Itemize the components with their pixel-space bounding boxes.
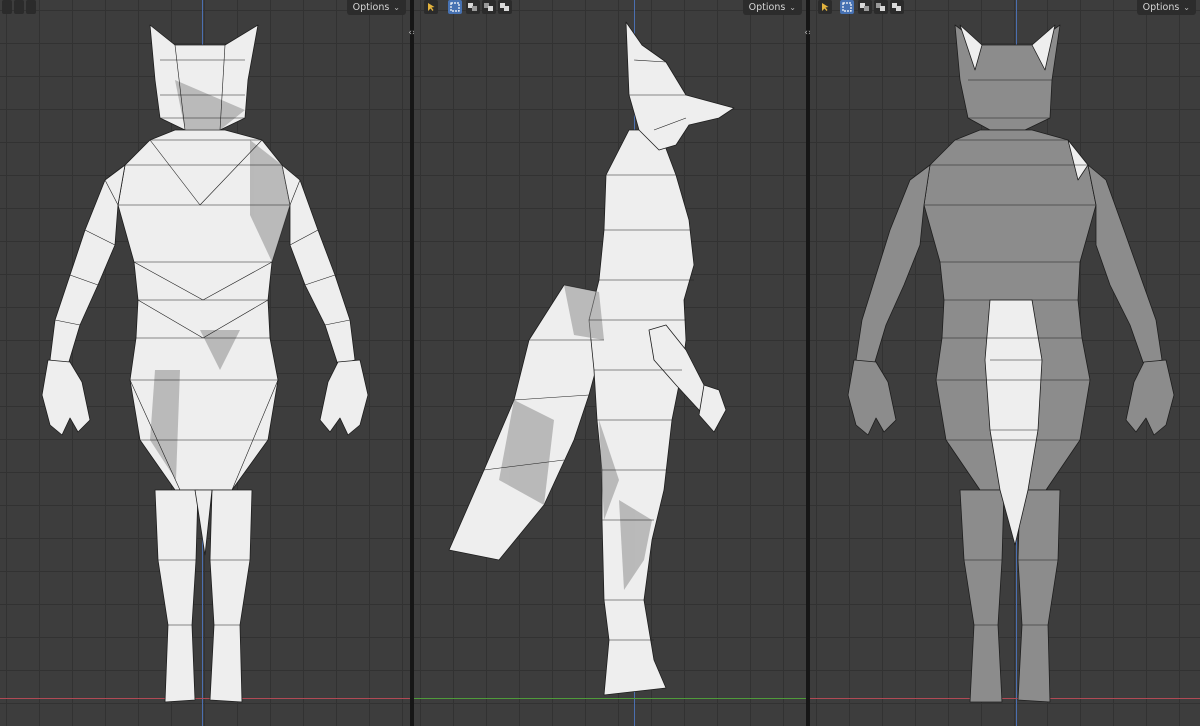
select-cursor-icon[interactable] bbox=[424, 0, 438, 14]
left-hand bbox=[847, 359, 897, 436]
right-leg bbox=[1017, 489, 1061, 703]
left-leg bbox=[154, 489, 199, 703]
viewport-side[interactable]: Options ⌄ bbox=[414, 0, 806, 726]
options-label: Options bbox=[1142, 2, 1180, 13]
select-cursor-icon[interactable] bbox=[818, 0, 832, 14]
options-label: Options bbox=[748, 2, 786, 13]
mode-subtract-icon[interactable] bbox=[874, 0, 888, 14]
mode-extend-icon[interactable] bbox=[2, 0, 12, 14]
left-hand bbox=[41, 359, 91, 436]
hand bbox=[698, 384, 727, 433]
viewport-back[interactable]: Options ⌄ bbox=[810, 0, 1200, 726]
mode-extend-icon[interactable] bbox=[466, 0, 480, 14]
mode-invert-icon[interactable] bbox=[498, 0, 512, 14]
select-box-icon[interactable] bbox=[448, 0, 462, 14]
options-dropdown[interactable]: Options ⌄ bbox=[346, 0, 406, 15]
select-box-icon[interactable] bbox=[840, 0, 854, 14]
left-arm bbox=[49, 164, 126, 366]
options-dropdown[interactable]: Options ⌄ bbox=[742, 0, 802, 15]
blender-window: Options ⌄ ‹› Options ⌄ ‹› Options ⌄ bbox=[0, 0, 1200, 726]
fox-model-side[interactable] bbox=[414, 0, 806, 726]
right-hand bbox=[1125, 359, 1175, 436]
right-arm bbox=[281, 164, 356, 366]
mode-subtract-icon[interactable] bbox=[14, 0, 24, 14]
fox-model-back[interactable] bbox=[810, 0, 1200, 726]
chevron-down-icon: ⌄ bbox=[789, 3, 796, 12]
head bbox=[625, 21, 735, 151]
chevron-down-icon: ⌄ bbox=[393, 3, 400, 12]
mode-subtract-icon[interactable] bbox=[482, 0, 496, 14]
fox-model-front[interactable] bbox=[0, 0, 410, 726]
options-label: Options bbox=[352, 2, 390, 13]
left-arm bbox=[855, 164, 931, 366]
right-arm bbox=[1087, 164, 1163, 366]
options-dropdown[interactable]: Options ⌄ bbox=[1136, 0, 1196, 15]
viewport-front[interactable]: Options ⌄ bbox=[0, 0, 410, 726]
right-leg bbox=[209, 489, 253, 703]
mode-extend-icon[interactable] bbox=[858, 0, 872, 14]
tail-tip bbox=[194, 489, 213, 556]
left-leg bbox=[959, 489, 1005, 703]
chevron-down-icon: ⌄ bbox=[1183, 3, 1190, 12]
right-hand bbox=[319, 359, 369, 436]
body bbox=[588, 129, 695, 696]
mode-invert-icon[interactable] bbox=[890, 0, 904, 14]
mode-invert-icon[interactable] bbox=[26, 0, 36, 14]
